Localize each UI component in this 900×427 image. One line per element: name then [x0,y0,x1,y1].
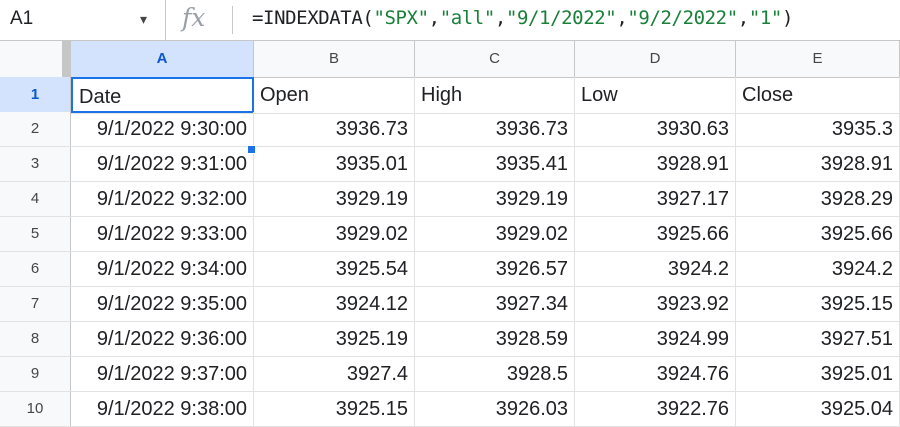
cell-a10[interactable]: 9/1/2022 9:38:00 [71,392,254,426]
row-header-1[interactable]: 1 [0,77,71,113]
cell-d2[interactable]: 3930.63 [575,112,736,146]
header-data-row: 1 Date Open High Low Close [0,77,900,114]
cell-d5[interactable]: 3925.66 [575,217,736,251]
table-row: 9 9/1/2022 9:37:00 3927.4 3928.5 3924.76 3925… [0,357,900,392]
cell-a5[interactable]: 9/1/2022 9:33:00 [71,217,254,251]
cell-a2[interactable]: 9/1/2022 9:30:00 [71,112,254,146]
table-row: 6 9/1/2022 9:34:00 3925.54 3926.57 3924.2 392… [0,252,900,287]
cell-e5[interactable]: 3925.66 [736,217,900,251]
formula-comma: , [494,7,506,29]
column-header-e[interactable]: E [736,41,900,77]
name-box[interactable]: A1 ▾ [0,0,166,40]
formula-arg-fields: "all" [439,7,496,29]
cell-d1[interactable]: Low [575,77,736,113]
cell-e10[interactable]: 3925.04 [736,392,900,426]
row-header-4[interactable]: 4 [0,182,71,216]
cell-d7[interactable]: 3923.92 [575,287,736,321]
name-box-value[interactable]: A1 [10,8,33,30]
cell-e9[interactable]: 3925.01 [736,357,900,391]
cell-c10[interactable]: 3926.03 [415,392,575,426]
formula-arg-interval: "1" [748,7,783,29]
cell-a7[interactable]: 9/1/2022 9:35:00 [71,287,254,321]
cell-a3[interactable]: 9/1/2022 9:31:00 [71,147,254,181]
formula-arg-start-date: "9/1/2022" [505,7,617,29]
table-row: 3 9/1/2022 9:31:00 3935.01 3935.41 3928.91 39… [0,147,900,182]
formula-divider [232,6,233,34]
cell-e2[interactable]: 3935.3 [736,112,900,146]
cell-d4[interactable]: 3927.17 [575,182,736,216]
cell-e8[interactable]: 3927.51 [736,322,900,356]
cell-b8[interactable]: 3925.19 [254,322,415,356]
fx-icon: fx [182,3,206,32]
cell-c5[interactable]: 3929.02 [415,217,575,251]
cell-b9[interactable]: 3927.4 [254,357,415,391]
column-header-c[interactable]: C [415,41,575,77]
cell-c4[interactable]: 3929.19 [415,182,575,216]
cell-a8[interactable]: 9/1/2022 9:36:00 [71,322,254,356]
table-row: 10 9/1/2022 9:38:00 3925.15 3926.03 3922.76 3… [0,392,900,427]
cell-d6[interactable]: 3924.2 [575,252,736,286]
cell-a1[interactable]: Date [71,77,254,113]
cell-c9[interactable]: 3928.5 [415,357,575,391]
row-header-3[interactable]: 3 [0,147,71,181]
cell-e3[interactable]: 3928.91 [736,147,900,181]
fill-handle[interactable] [247,145,256,154]
formula-input[interactable]: =INDEXDATA("SPX","all","9/1/2022","9/2/2… [252,7,793,29]
cell-a4[interactable]: 9/1/2022 9:32:00 [71,182,254,216]
cell-a6[interactable]: 9/1/2022 9:34:00 [71,252,254,286]
row-header-5[interactable]: 5 [0,217,71,251]
row-header-6[interactable]: 6 [0,252,71,286]
cell-b2[interactable]: 3936.73 [254,112,415,146]
table-row: 2 9/1/2022 9:30:00 3936.73 3936.73 3930.63 39… [0,112,900,147]
cell-b7[interactable]: 3924.12 [254,287,415,321]
table-row: 4 9/1/2022 9:32:00 3929.19 3929.19 3927.17 39… [0,182,900,217]
cell-c3[interactable]: 3935.41 [415,147,575,181]
cell-c7[interactable]: 3927.34 [415,287,575,321]
formula-comma: , [428,7,440,29]
formula-arg-end-date: "9/2/2022" [627,7,738,29]
cell-b4[interactable]: 3929.19 [254,182,415,216]
table-row: 7 9/1/2022 9:35:00 3924.12 3927.34 3923.92 39… [0,287,900,322]
cell-b1[interactable]: Open [254,77,415,113]
column-header-b[interactable]: B [254,41,415,77]
row-header-9[interactable]: 9 [0,357,71,391]
table-row: 5 9/1/2022 9:33:00 3929.02 3929.02 3925.66 39… [0,217,900,252]
cell-c6[interactable]: 3926.57 [415,252,575,286]
formula-comma: , [737,7,749,29]
column-header-a[interactable]: A [71,41,254,77]
select-all-corner[interactable] [0,41,71,77]
row-header-10[interactable]: 10 [0,392,71,426]
cell-e4[interactable]: 3928.29 [736,182,900,216]
row-header-7[interactable]: 7 [0,287,71,321]
frozen-column-handle[interactable] [62,41,70,77]
cell-b10[interactable]: 3925.15 [254,392,415,426]
spreadsheet-grid: ABCDE 1 Date Open High Low Close 2 9/1/2022 9:3… [0,41,900,427]
cell-e6[interactable]: 3924.2 [736,252,900,286]
cell-b5[interactable]: 3929.02 [254,217,415,251]
cell-b6[interactable]: 3925.54 [254,252,415,286]
cell-a9[interactable]: 9/1/2022 9:37:00 [71,357,254,391]
table-row: 8 9/1/2022 9:36:00 3925.19 3928.59 3924.99 39… [0,322,900,357]
cell-c8[interactable]: 3928.59 [415,322,575,356]
formula-bar: A1 ▾ fx =INDEXDATA("SPX","all","9/1/2022… [0,0,900,41]
formula-comma: , [616,7,628,29]
formula-close-paren: ) [781,7,793,29]
cell-d10[interactable]: 3922.76 [575,392,736,426]
row-header-2[interactable]: 2 [0,112,71,146]
row-header-8[interactable]: 8 [0,322,71,356]
cell-e7[interactable]: 3925.15 [736,287,900,321]
cell-c1[interactable]: High [415,77,575,113]
formula-function: =INDEXDATA( [252,7,374,29]
cell-e1[interactable]: Close [736,77,900,113]
column-header-row: ABCDE [0,41,900,78]
chevron-down-icon[interactable]: ▾ [140,11,147,28]
cell-b3[interactable]: 3935.01 [254,147,415,181]
cell-d9[interactable]: 3924.76 [575,357,736,391]
cell-d3[interactable]: 3928.91 [575,147,736,181]
formula-arg-symbol: "SPX" [373,7,429,29]
column-header-d[interactable]: D [575,41,736,77]
cell-d8[interactable]: 3924.99 [575,322,736,356]
cell-c2[interactable]: 3936.73 [415,112,575,146]
